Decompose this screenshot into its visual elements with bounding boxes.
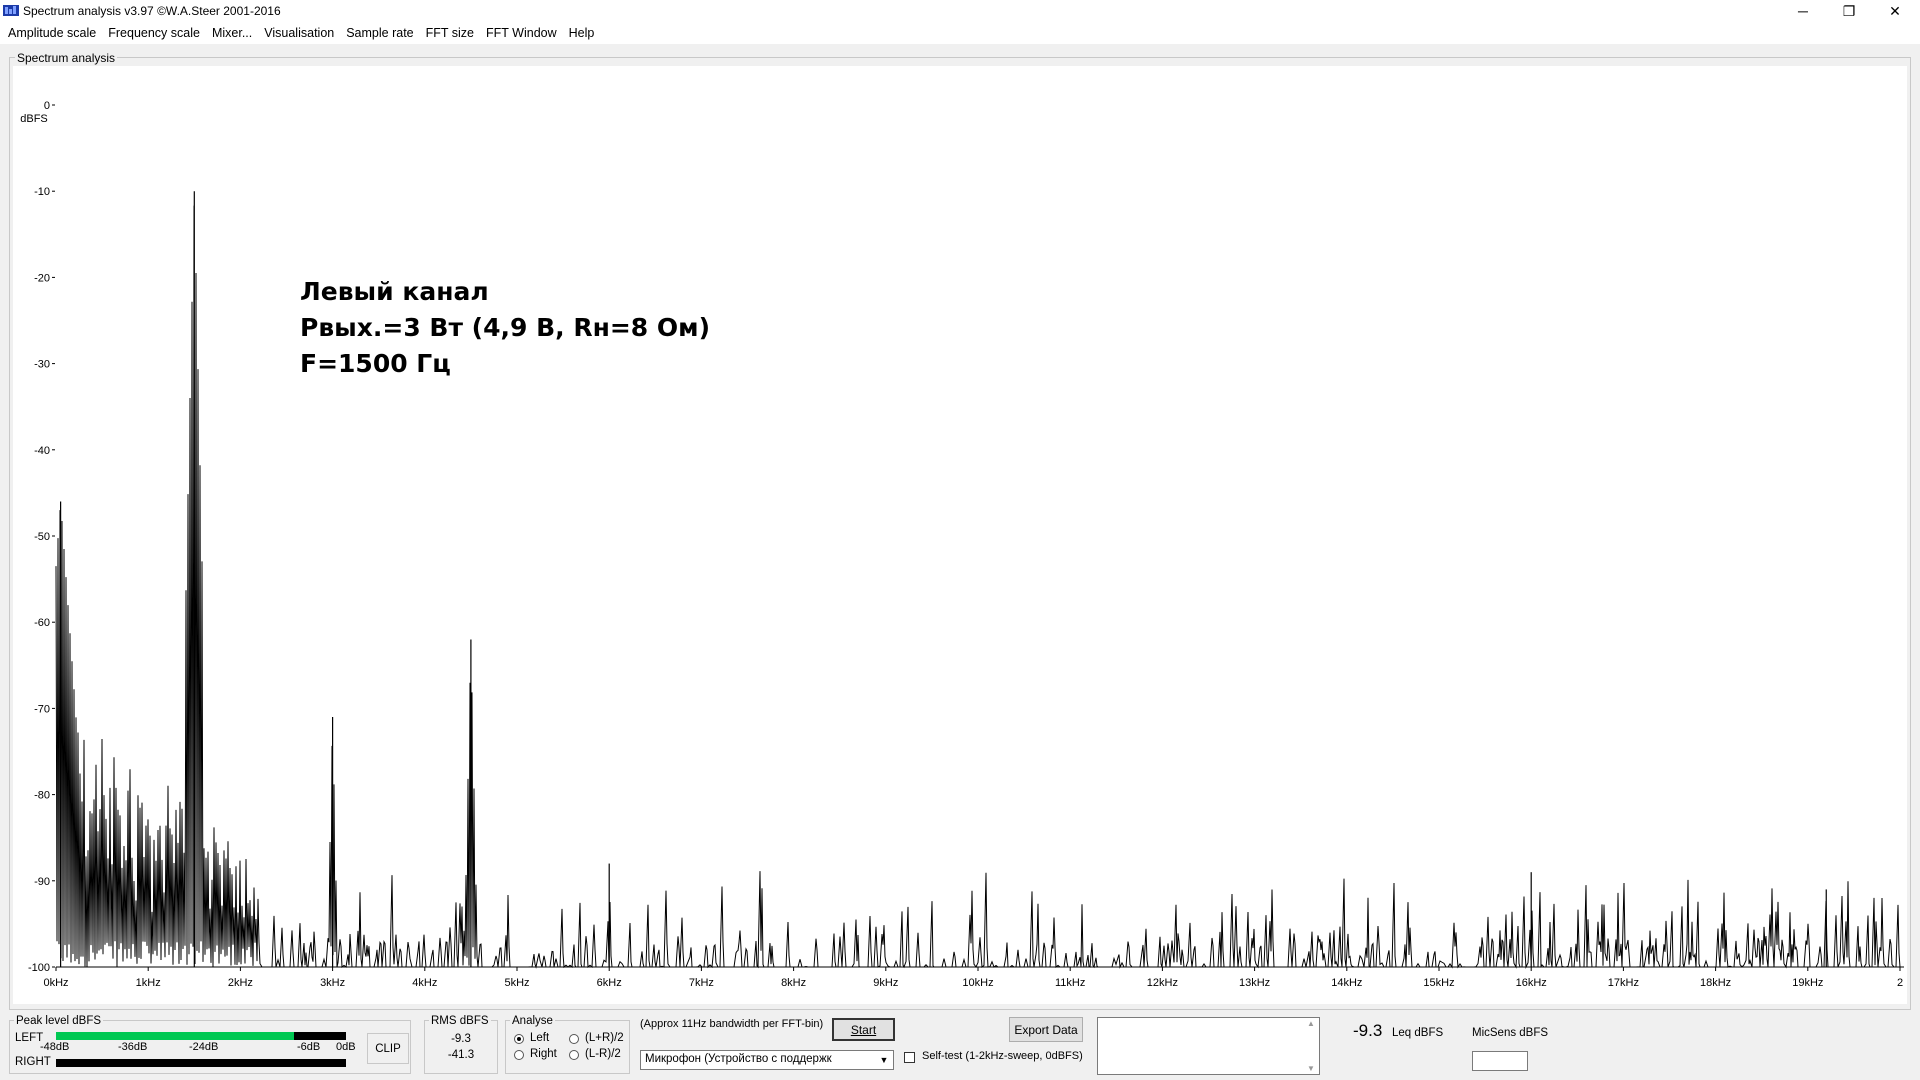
radio-right[interactable]	[514, 1050, 524, 1060]
start-button-label: Start	[850, 1022, 877, 1037]
radio-sum[interactable]	[569, 1034, 579, 1044]
menu-help[interactable]: Help	[563, 22, 601, 44]
x-tick-label: 17kHz	[1608, 977, 1639, 989]
x-tick-label: 18kHz	[1700, 977, 1731, 989]
left-level-meter	[56, 1032, 346, 1040]
export-data-button[interactable]: Export Data	[1009, 1017, 1083, 1042]
x-tick-label: 16kHz	[1516, 977, 1547, 989]
x-tick-label: 9kHz	[873, 977, 898, 989]
x-tick-label: 12kHz	[1147, 977, 1178, 989]
menu-amplitude-scale[interactable]: Amplitude scale	[2, 22, 102, 44]
menu-fft-size[interactable]: FFT size	[420, 22, 480, 44]
analyse-group	[505, 1020, 630, 1074]
start-button[interactable]: Start	[832, 1018, 895, 1041]
menu-frequency-scale[interactable]: Frequency scale	[102, 22, 206, 44]
app-icon	[3, 5, 19, 16]
x-tick-label: 11kHz	[1055, 977, 1085, 989]
peak-level-label: Peak level dBFS	[14, 1015, 104, 1027]
scale-0db: 0dB	[336, 1041, 356, 1053]
scale-36db: -36dB	[118, 1041, 148, 1053]
spectrum-group-label: Spectrum analysis	[15, 51, 118, 65]
right-level-meter	[56, 1059, 346, 1067]
radio-right-label[interactable]: Right	[530, 1048, 557, 1060]
x-tick-label: 0kHz	[43, 977, 68, 989]
peak-left-label: LEFT	[15, 1032, 44, 1044]
y-tick-label: -70	[34, 703, 50, 715]
y-tick-label: -40	[34, 445, 50, 457]
minimize-button[interactable]: ─	[1780, 0, 1826, 22]
x-tick-label: 6kHz	[597, 977, 622, 989]
y-tick-label: -60	[34, 617, 50, 629]
radio-left[interactable]	[514, 1034, 524, 1044]
y-axis-unit: dBFS	[20, 113, 48, 125]
scale-48db: -48dB	[40, 1041, 70, 1053]
radio-sum-label[interactable]: (L+R)/2	[585, 1032, 624, 1044]
bandwidth-note: (Approx 11Hz bandwidth per FFT-bin)	[640, 1018, 824, 1030]
chevron-down-icon[interactable]: ▼	[876, 1051, 892, 1069]
x-tick-label: 8kHz	[781, 977, 806, 989]
log-scrollbar[interactable]: ▲ ▼	[1303, 1019, 1319, 1073]
x-tick-label: 10kHz	[962, 977, 993, 989]
y-tick-label: -80	[34, 790, 50, 802]
scroll-down-icon[interactable]: ▼	[1307, 1064, 1315, 1073]
x-tick-label: 15kHz	[1423, 977, 1454, 989]
x-tick-label: 1kHz	[136, 977, 161, 989]
micsens-input[interactable]	[1472, 1051, 1528, 1071]
annotation-line-1: Левый канал	[300, 277, 489, 306]
leq-label: Leq dBFS	[1392, 1027, 1444, 1039]
y-tick-label: -100	[28, 962, 50, 974]
menu-visualisation[interactable]: Visualisation	[258, 22, 340, 44]
menu-fft-window[interactable]: FFT Window	[480, 22, 563, 44]
x-tick-label: 2	[1897, 977, 1903, 989]
rms-label: RMS dBFS	[429, 1015, 491, 1027]
x-tick-label: 19kHz	[1792, 977, 1823, 989]
radio-diff[interactable]	[569, 1050, 579, 1060]
self-test-checkbox[interactable]	[904, 1052, 915, 1063]
scale-24db: -24dB	[189, 1041, 219, 1053]
self-test-label[interactable]: Self-test (1-2kHz-sweep, 0dBFS)	[922, 1050, 1083, 1062]
left-level-fill	[56, 1032, 294, 1040]
x-tick-label: 3kHz	[320, 977, 345, 989]
clip-indicator: CLIP	[367, 1033, 409, 1064]
leq-value: -9.3	[1353, 1021, 1383, 1040]
radio-left-label[interactable]: Left	[530, 1032, 549, 1044]
analyse-label: Analyse	[510, 1015, 555, 1027]
rms-group	[424, 1020, 498, 1074]
menu-bar: Amplitude scale Frequency scale Mixer...…	[0, 22, 1920, 44]
y-tick-label: -50	[34, 531, 50, 543]
device-select-value: Микрофон (Устройство с поддержк	[645, 1053, 832, 1065]
y-tick-label: -30	[34, 359, 50, 371]
title-bar	[0, 0, 1920, 22]
rms-left-value: -9.3	[451, 1033, 471, 1045]
x-tick-label: 5kHz	[504, 977, 529, 989]
spectrum-chart: 0 -10 -20 -30 -40 -50 -60 -70 -80 -90 -100 dBFS 0kHz…	[20, 100, 1904, 989]
scale-6db: -6dB	[297, 1041, 321, 1053]
x-tick-label: 4kHz	[412, 977, 437, 989]
y-tick-label: -10	[34, 186, 50, 198]
annotation: Левый канал Pвых.=3 Вт (4,9 В, Rн=8 Ом) …	[300, 274, 710, 382]
annotation-line-3: F=1500 Гц	[300, 349, 451, 378]
x-tick-label: 14kHz	[1331, 977, 1362, 989]
menu-sample-rate[interactable]: Sample rate	[340, 22, 419, 44]
peak-right-label: RIGHT	[15, 1056, 51, 1068]
radio-diff-label[interactable]: (L-R)/2	[585, 1048, 621, 1060]
annotation-line-2: Pвых.=3 Вт (4,9 В, Rн=8 Ом)	[300, 313, 711, 342]
device-select[interactable]: Микрофон (Устройство с поддержк	[640, 1050, 894, 1070]
log-textbox[interactable]	[1097, 1017, 1320, 1075]
x-tick-label: 13kHz	[1239, 977, 1270, 989]
scroll-up-icon[interactable]: ▲	[1307, 1019, 1315, 1028]
y-tick-label: 0	[44, 100, 50, 112]
x-tick-label: 7kHz	[689, 977, 714, 989]
y-tick-label: -20	[34, 272, 50, 284]
window-title: Spectrum analysis v3.97 ©W.A.Steer 2001-…	[23, 4, 281, 18]
x-tick-label: 2kHz	[228, 977, 253, 989]
maximize-button[interactable]: ❐	[1826, 0, 1872, 22]
y-tick-label: -90	[34, 876, 50, 888]
micsens-label: MicSens dBFS	[1472, 1027, 1549, 1039]
rms-right-value: -41.3	[447, 1049, 475, 1061]
close-button[interactable]: ✕	[1872, 0, 1918, 22]
menu-mixer[interactable]: Mixer...	[206, 22, 258, 44]
